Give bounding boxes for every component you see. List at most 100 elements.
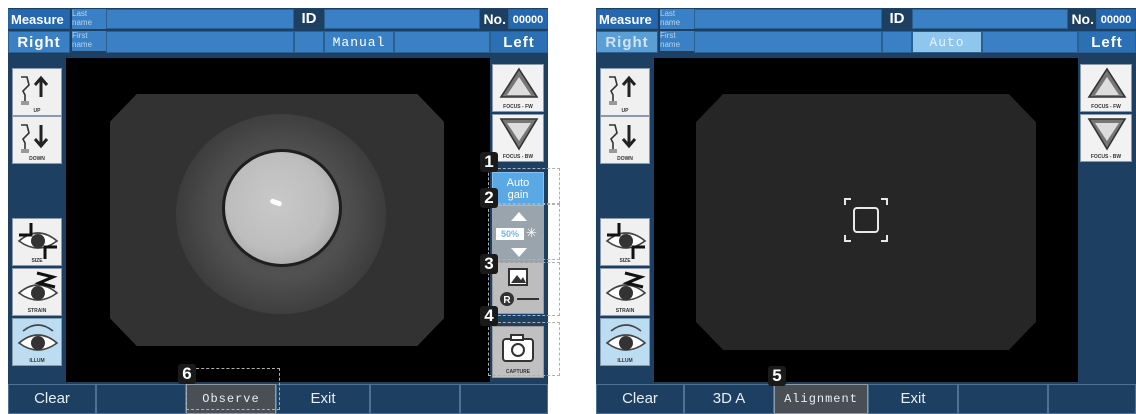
callout-box-1 bbox=[488, 168, 560, 204]
chin-down-button[interactable]: DOWN bbox=[600, 116, 650, 164]
chin-down-button[interactable]: DOWN bbox=[12, 116, 62, 164]
id-label: ID bbox=[294, 9, 324, 29]
bottom-empty-button-2[interactable] bbox=[958, 384, 1048, 414]
last-name-label: Last name bbox=[72, 9, 106, 29]
eye-size-icon bbox=[605, 223, 647, 259]
chin-up-label: UP bbox=[621, 108, 629, 114]
header-spacer bbox=[882, 31, 912, 53]
alignment-button[interactable]: Alignment bbox=[774, 384, 868, 414]
focus-backward-button[interactable]: FOCUS - BW bbox=[492, 114, 544, 162]
camera-viewport bbox=[66, 58, 490, 382]
header-blank bbox=[394, 31, 490, 53]
callout-badge-5: 5 bbox=[768, 366, 786, 386]
eye-strain-button[interactable]: STRAIN bbox=[600, 268, 650, 316]
clear-button[interactable]: Clear bbox=[8, 384, 96, 414]
chin-up-icon bbox=[21, 75, 49, 105]
measure-label: Measure bbox=[596, 9, 658, 29]
eye-strain-label: STRAIN bbox=[27, 308, 47, 314]
first-name-field[interactable] bbox=[106, 31, 294, 53]
chin-up-label: UP bbox=[33, 108, 41, 114]
eye-strain-button[interactable]: STRAIN bbox=[12, 268, 62, 316]
eye-illum-button[interactable]: ILLUM bbox=[600, 318, 650, 366]
last-name-field[interactable] bbox=[106, 9, 294, 29]
callout-box-4 bbox=[488, 322, 560, 376]
left-eye-tab[interactable]: Left bbox=[1078, 31, 1136, 53]
focus-forward-label: FOCUS - FW bbox=[503, 104, 533, 110]
right-eye-tab[interactable]: Right bbox=[596, 31, 658, 53]
header-row-1: Measure Last name ID No. 00000 bbox=[8, 8, 548, 30]
eye-size-icon bbox=[17, 223, 59, 259]
last-name-field[interactable] bbox=[694, 9, 882, 29]
clear-button[interactable]: Clear bbox=[596, 384, 684, 414]
focus-backward-button[interactable]: FOCUS - BW bbox=[1080, 114, 1132, 162]
chin-down-icon bbox=[609, 124, 637, 153]
no-value: 00000 bbox=[508, 9, 548, 29]
callout-badge-2: 2 bbox=[480, 188, 498, 208]
focus-backward-label: FOCUS - BW bbox=[502, 154, 534, 160]
callout-box-3 bbox=[488, 262, 560, 316]
eye-illum-label: ILLUM bbox=[617, 358, 633, 364]
no-label: No. bbox=[1068, 9, 1096, 29]
callout-badge-3: 3 bbox=[480, 254, 498, 274]
eye-size-button[interactable]: SIZE bbox=[12, 218, 62, 266]
eye-illum-label: ILLUM bbox=[29, 358, 45, 364]
mode-indicator[interactable]: Manual bbox=[324, 31, 394, 53]
first-name-field[interactable] bbox=[694, 31, 882, 53]
eye-strain-icon bbox=[605, 271, 647, 301]
camera-viewport bbox=[654, 58, 1078, 382]
left-eye-tab[interactable]: Left bbox=[490, 31, 548, 53]
header-row-1: Measure Last name ID No. 00000 bbox=[596, 8, 1136, 30]
first-name-label: First name bbox=[660, 31, 694, 51]
chin-down-label: DOWN bbox=[617, 156, 633, 162]
eye-strain-icon bbox=[17, 271, 59, 301]
id-field[interactable] bbox=[912, 9, 1068, 29]
mode-indicator[interactable]: Auto bbox=[912, 31, 982, 53]
eye-illum-button[interactable]: ILLUM bbox=[12, 318, 62, 366]
eye-strain-label: STRAIN bbox=[615, 308, 635, 314]
header-row-2: Right First name Auto Left bbox=[596, 30, 1136, 54]
auto-mode-screen: Measure Last name ID No. 00000 Right Fir… bbox=[596, 8, 1136, 414]
exit-button[interactable]: Exit bbox=[276, 384, 370, 414]
bottom-empty-button-2[interactable] bbox=[370, 384, 460, 414]
bottom-empty-button-3[interactable] bbox=[1048, 384, 1136, 414]
chin-up-icon bbox=[609, 75, 637, 105]
header-spacer bbox=[294, 31, 324, 53]
eye-illum-icon bbox=[605, 324, 647, 351]
chin-down-label: DOWN bbox=[29, 156, 45, 162]
bottom-empty-button-1[interactable] bbox=[96, 384, 186, 414]
bottom-toolbar: Clear 3D A Alignment Exit bbox=[596, 382, 1136, 414]
exit-button[interactable]: Exit bbox=[868, 384, 958, 414]
no-value: 00000 bbox=[1096, 9, 1136, 29]
focus-forward-icon bbox=[499, 67, 539, 98]
focus-forward-button[interactable]: FOCUS - FW bbox=[1080, 64, 1132, 112]
3d-auto-button[interactable]: 3D A bbox=[684, 384, 774, 414]
no-label: No. bbox=[480, 9, 508, 29]
eye-size-button[interactable]: SIZE bbox=[600, 218, 650, 266]
pupil-image bbox=[222, 149, 342, 267]
chin-down-icon bbox=[21, 124, 49, 153]
focus-forward-icon bbox=[1087, 67, 1127, 98]
right-eye-tab[interactable]: Right bbox=[8, 31, 70, 53]
eye-size-label: SIZE bbox=[31, 258, 43, 264]
manual-mode-screen: Measure Last name ID No. 00000 Right Fir… bbox=[8, 8, 548, 414]
callout-badge-4: 4 bbox=[480, 306, 498, 326]
measure-label: Measure bbox=[8, 9, 70, 29]
focus-forward-button[interactable]: FOCUS - FW bbox=[492, 64, 544, 112]
alignment-reticle-icon bbox=[844, 198, 888, 242]
focus-backward-icon bbox=[1087, 118, 1127, 151]
eye-size-label: SIZE bbox=[619, 258, 631, 264]
bottom-empty-button-3[interactable] bbox=[460, 384, 548, 414]
first-name-label: First name bbox=[72, 31, 106, 51]
callout-badge-6: 6 bbox=[178, 364, 196, 384]
chin-up-button[interactable]: UP bbox=[600, 68, 650, 116]
focus-forward-label: FOCUS - FW bbox=[1091, 104, 1121, 110]
callout-badge-1: 1 bbox=[480, 152, 498, 172]
last-name-label: Last name bbox=[660, 9, 694, 29]
header-blank bbox=[982, 31, 1078, 53]
callout-box-2 bbox=[488, 204, 560, 260]
id-field[interactable] bbox=[324, 9, 480, 29]
eye-illum-icon bbox=[17, 324, 59, 351]
callout-box-6 bbox=[186, 368, 280, 410]
chin-up-button[interactable]: UP bbox=[12, 68, 62, 116]
focus-backward-label: FOCUS - BW bbox=[1090, 154, 1122, 160]
